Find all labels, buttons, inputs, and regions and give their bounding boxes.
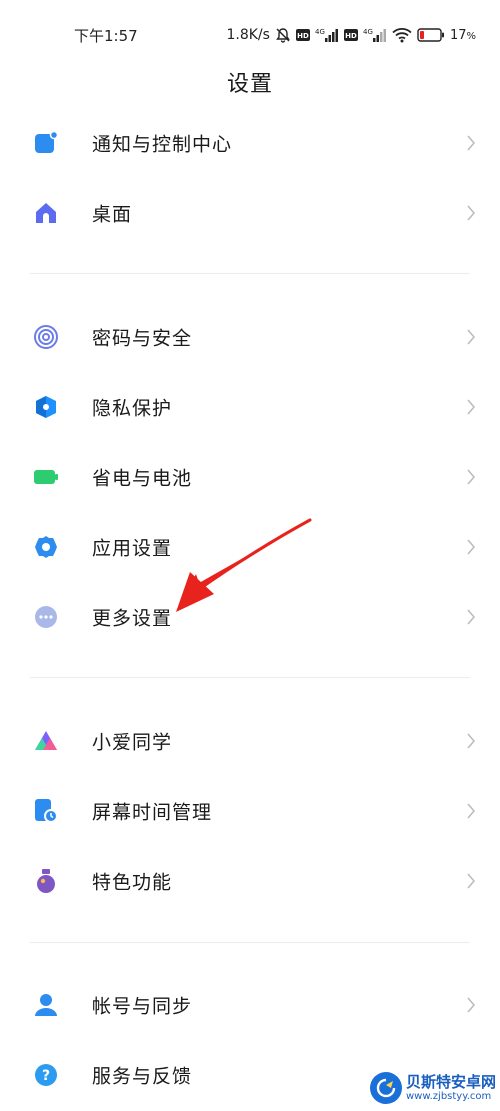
home-icon: [33, 200, 59, 226]
settings-item-label: 密码与安全: [92, 327, 193, 350]
settings-item-label: 特色功能: [92, 871, 173, 894]
svg-text:4G: 4G: [315, 28, 325, 36]
screen-time-icon: [33, 798, 59, 824]
svg-text:4G: 4G: [363, 28, 373, 36]
status-bar: 下午1:57 1.8K/s HD 4G HD 4G 17%: [0, 0, 500, 68]
svg-text:HD: HD: [345, 32, 357, 40]
watermark: 贝斯特安卓网 www.zjbstyy.com: [370, 1068, 498, 1108]
chevron-right-icon: [466, 608, 476, 626]
section-divider: [30, 677, 470, 678]
help-icon: ?: [33, 1062, 59, 1088]
chevron-right-icon: [466, 996, 476, 1014]
watermark-logo-icon: [370, 1072, 402, 1104]
chevron-right-icon: [466, 398, 476, 416]
status-time: 下午1:57: [74, 27, 138, 45]
chevron-right-icon: [466, 468, 476, 486]
notification-icon: [33, 130, 59, 156]
account-icon: [33, 992, 59, 1018]
settings-item-label: 桌面: [92, 203, 133, 226]
status-indicators: 1.8K/s HD 4G HD 4G 17%: [226, 23, 476, 47]
settings-item-xiaoai[interactable]: 小爱同学: [0, 706, 500, 776]
hd-badge-icon: HD: [295, 29, 310, 41]
page-title: 设置: [226, 72, 273, 97]
settings-item-notifications[interactable]: 通知与控制中心: [0, 108, 500, 178]
settings-item-privacy[interactable]: 隐私保护: [0, 372, 500, 442]
network-speed: 1.8K/s: [226, 27, 270, 43]
settings-item-app-settings[interactable]: 应用设置: [0, 512, 500, 582]
svg-text:HD: HD: [297, 32, 309, 40]
settings-item-label: 隐私保护: [92, 397, 173, 420]
settings-item-label: 通知与控制中心: [92, 133, 233, 156]
chevron-right-icon: [466, 872, 476, 890]
svg-text:?: ?: [42, 1068, 50, 1084]
battery-icon: [33, 464, 59, 490]
fingerprint-icon: [33, 324, 59, 350]
chevron-right-icon: [466, 732, 476, 750]
privacy-shield-icon: [33, 394, 59, 420]
chevron-right-icon: [466, 802, 476, 820]
section-divider: [30, 942, 470, 943]
xiaoai-icon: [33, 728, 59, 754]
settings-item-label: 帐号与同步: [92, 995, 193, 1018]
settings-item-label: 省电与电池: [92, 467, 193, 490]
settings-item-label: 小爱同学: [92, 731, 173, 754]
watermark-title: 贝斯特安卓网: [406, 1073, 497, 1092]
battery-percent-value: 17: [449, 27, 467, 43]
battery-percent-unit: %: [466, 30, 476, 42]
signal-icon-sim2: 4G: [363, 27, 387, 43]
section-divider: [30, 273, 470, 274]
settings-item-battery[interactable]: 省电与电池: [0, 442, 500, 512]
settings-item-label: 更多设置: [92, 607, 173, 630]
watermark-url: www.zjbstyy.com: [406, 1090, 492, 1102]
settings-item-label: 应用设置: [92, 537, 173, 560]
settings-item-desktop[interactable]: 桌面: [0, 178, 500, 248]
chevron-right-icon: [466, 328, 476, 346]
signal-icon-sim1: 4G: [315, 27, 339, 43]
battery-icon-status: [417, 28, 445, 42]
wifi-icon: [392, 27, 412, 43]
chevron-right-icon: [466, 204, 476, 222]
settings-item-label: 服务与反馈: [92, 1065, 193, 1088]
battery-percent: 17%: [450, 28, 476, 43]
chevron-right-icon: [466, 134, 476, 152]
settings-item-label: 屏幕时间管理: [92, 801, 213, 824]
hd-badge-icon-2: HD: [343, 29, 358, 41]
mute-bell-icon: [275, 27, 291, 43]
settings-item-screen-time[interactable]: 屏幕时间管理: [0, 776, 500, 846]
chevron-right-icon: [466, 538, 476, 556]
settings-item-more-settings[interactable]: 更多设置: [0, 582, 500, 652]
settings-item-password-security[interactable]: 密码与安全: [0, 302, 500, 372]
gear-icon: [33, 534, 59, 560]
settings-item-account-sync[interactable]: 帐号与同步: [0, 970, 500, 1040]
more-icon: [33, 604, 59, 630]
special-features-icon: [33, 868, 59, 894]
settings-item-special-features[interactable]: 特色功能: [0, 846, 500, 916]
